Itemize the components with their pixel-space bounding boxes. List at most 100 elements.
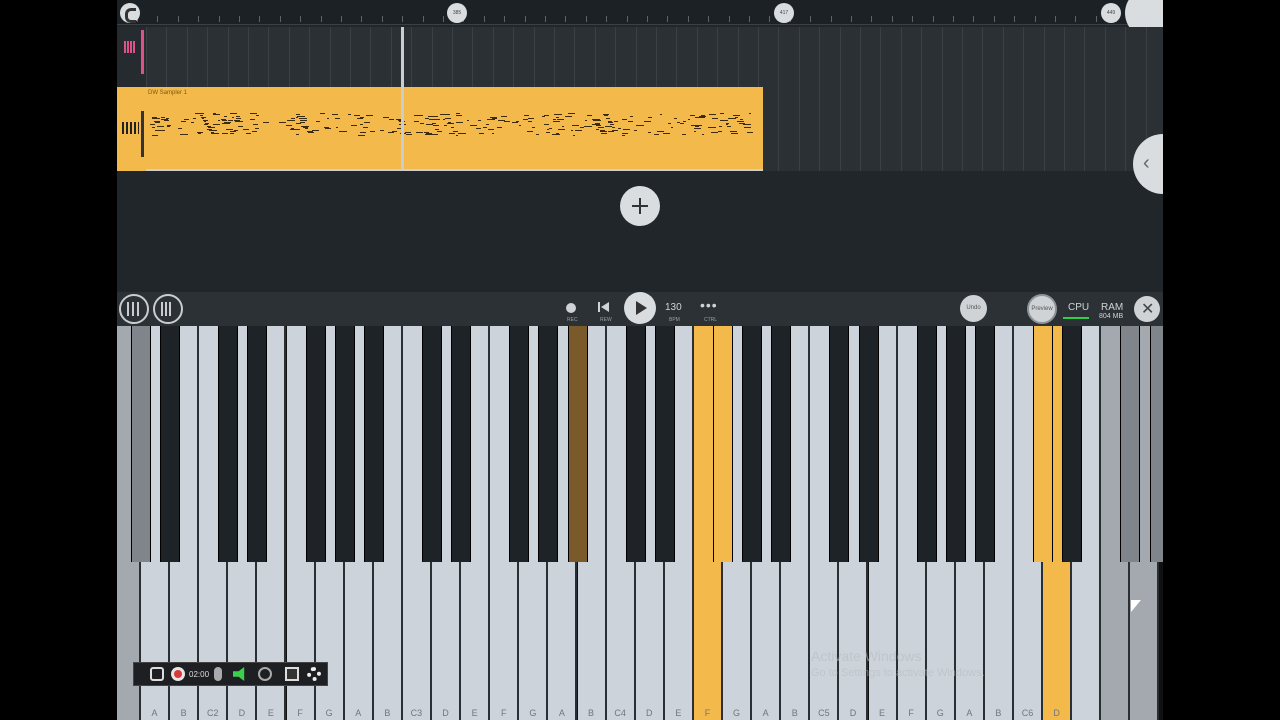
grid-line — [411, 27, 413, 87]
piano-key-black[interactable] — [1120, 326, 1141, 562]
piano-key-black[interactable] — [625, 326, 646, 562]
mixer-button[interactable] — [119, 294, 149, 324]
ruler-tick — [341, 16, 342, 22]
key-label: A — [151, 708, 158, 718]
piano-keyboard[interactable]: A B C2 D E F G A B C3 D E F G A B C4 D E F G A B C5 D E F G A B C6 D — [117, 326, 1163, 720]
bpm-value[interactable]: 130 — [665, 302, 682, 313]
ruler-tick — [300, 16, 302, 22]
browser-button[interactable] — [153, 294, 183, 324]
grid-line — [860, 87, 861, 171]
ruler-tick — [198, 16, 200, 22]
key-label: B — [588, 708, 595, 718]
undo-button[interactable]: Undo — [960, 295, 987, 322]
rewind-icon[interactable] — [598, 302, 610, 312]
note-mark — [557, 128, 566, 130]
piano-key-black[interactable] — [654, 326, 675, 562]
piano-key-black[interactable] — [363, 326, 384, 562]
grid-line — [146, 27, 147, 87]
note-mark — [456, 114, 462, 116]
bar-marker-2[interactable]: 417 — [774, 3, 794, 23]
note-mark — [358, 134, 365, 136]
piano-key-black[interactable] — [131, 326, 151, 562]
note-mark — [287, 119, 292, 121]
camera-icon[interactable] — [150, 667, 164, 681]
note-mark — [482, 127, 488, 129]
gear-icon[interactable] — [307, 667, 321, 681]
playhead[interactable] — [401, 27, 404, 171]
piano-key-black[interactable] — [538, 326, 559, 562]
note-mark — [486, 123, 490, 125]
windows-activation-watermark: Activate Windows Go to Settings to activ… — [811, 648, 985, 679]
cpu-label: CPU — [1068, 302, 1090, 313]
key-label: C5 — [818, 708, 830, 718]
add-track-button[interactable] — [620, 186, 660, 226]
note-mark — [289, 129, 294, 131]
magnet-icon[interactable] — [120, 3, 140, 23]
note-mark — [501, 115, 508, 117]
piano-key-black[interactable] — [829, 326, 850, 562]
piano-key-black[interactable] — [160, 326, 181, 562]
piano-key-black[interactable] — [218, 326, 239, 562]
more-options-icon[interactable]: ••• — [700, 297, 718, 313]
key-label: A — [355, 708, 362, 718]
key-label: C2 — [206, 708, 219, 718]
bar-marker-1[interactable]: 385 — [447, 3, 467, 23]
ruler-tick — [361, 16, 363, 22]
piano-key-black[interactable] — [451, 326, 472, 562]
window-icon[interactable] — [285, 667, 299, 681]
piano-key-black[interactable] — [742, 326, 763, 562]
piano-key-black[interactable] — [916, 326, 937, 562]
piano-key-black[interactable] — [1149, 326, 1163, 562]
bar-marker-3[interactable]: 449 — [1101, 3, 1121, 23]
preview-button[interactable]: Preview — [1027, 294, 1057, 324]
piano-key-black[interactable] — [305, 326, 326, 562]
note-mark — [439, 114, 443, 116]
timeline-ruler[interactable]: 385 417 449 — [117, 0, 1163, 38]
play-button[interactable] — [624, 292, 656, 324]
mouse-cursor-icon — [1131, 600, 1141, 612]
ram-label: RAM — [1101, 302, 1124, 313]
grid-line — [1002, 87, 1004, 171]
ruler-tick — [953, 16, 954, 22]
piano-key-black[interactable] — [567, 326, 588, 562]
piano-key-black[interactable] — [1062, 326, 1083, 562]
key-label: E — [675, 708, 682, 718]
playlist-track-2[interactable]: DW Sampler 1 — [117, 87, 1163, 171]
note-mark — [659, 113, 662, 115]
piano-key-black[interactable] — [334, 326, 355, 562]
piano-key-black[interactable] — [974, 326, 995, 562]
note-mark — [453, 130, 458, 132]
note-mark — [234, 119, 240, 121]
note-mark — [629, 115, 633, 117]
track-header-2[interactable] — [117, 87, 146, 171]
note-mark — [711, 131, 719, 133]
playlist-track-1[interactable] — [117, 27, 1163, 87]
note-mark — [518, 124, 521, 126]
note-mark — [226, 129, 234, 131]
ruler-tick — [769, 16, 771, 22]
record-icon[interactable] — [171, 667, 185, 681]
grid-line — [941, 87, 943, 171]
grid-line — [778, 27, 780, 87]
piano-key-black[interactable] — [422, 326, 442, 562]
record-button[interactable] — [566, 303, 576, 313]
ruler-tick — [545, 16, 546, 22]
note-mark — [546, 129, 550, 131]
track-header-1[interactable] — [117, 27, 146, 87]
note-mark — [425, 133, 432, 135]
piano-key-black[interactable] — [945, 326, 966, 562]
note-mark — [527, 118, 535, 120]
close-button[interactable]: ✕ — [1134, 296, 1160, 322]
microphone-icon[interactable] — [214, 667, 222, 681]
piano-key-black[interactable] — [247, 326, 268, 562]
pattern-clip[interactable]: DW Sampler 1 — [146, 87, 763, 171]
speaker-icon[interactable] — [233, 667, 245, 681]
piano-key-black[interactable] — [858, 326, 879, 562]
piano-key-black[interactable] — [713, 326, 733, 562]
webcam-icon[interactable] — [258, 667, 272, 681]
piano-key-black[interactable] — [771, 326, 792, 562]
piano-key-black[interactable] — [509, 326, 530, 562]
grid-line — [982, 87, 984, 171]
piano-key-black[interactable] — [1033, 326, 1054, 562]
ruler-tick — [1095, 16, 1097, 22]
